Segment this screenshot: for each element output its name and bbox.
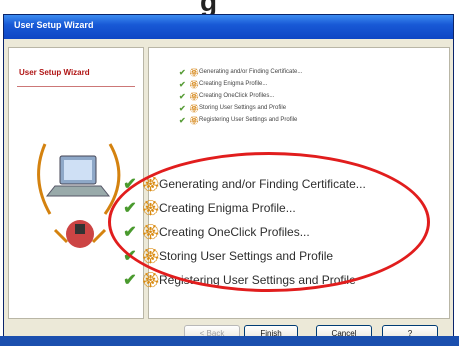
certificate-icon: 🏵 <box>189 79 200 89</box>
step-label: Creating Enigma Profile... <box>159 201 296 215</box>
certificate-icon: 🏵 <box>141 200 161 217</box>
certificate-icon: 🏵 <box>141 248 161 265</box>
check-icon: ✔ <box>179 67 186 77</box>
list-item: ✔ 🏵 Storing User Settings and Profile <box>179 102 302 114</box>
certificate-icon: 🏵 <box>189 67 200 77</box>
check-icon: ✔ <box>123 176 137 193</box>
step-label: Registering User Settings and Profile <box>199 117 298 123</box>
check-icon: ✔ <box>123 200 137 217</box>
step-list-magnified: ✔ 🏵 Generating and/or Finding Certificat… <box>119 172 366 292</box>
list-item: ✔ 🏵 Generating and/or Finding Certificat… <box>119 172 366 196</box>
step-label: Registering User Settings and Profile <box>159 273 356 287</box>
progress-panel: ✔ 🏵 Generating and/or Finding Certificat… <box>123 47 450 319</box>
check-icon: ✔ <box>179 79 186 89</box>
list-item: ✔ 🏵 Generating and/or Finding Certificat… <box>179 66 302 78</box>
check-icon: ✔ <box>179 115 186 125</box>
list-item: ✔ 🏵 Creating Enigma Profile... <box>179 78 302 90</box>
certificate-icon: 🏵 <box>189 91 200 101</box>
window-title: User Setup Wizard <box>14 20 94 30</box>
step-list-small: ✔ 🏵 Generating and/or Finding Certificat… <box>179 66 302 126</box>
check-icon: ✔ <box>179 91 186 101</box>
certificate-icon: 🏵 <box>189 115 200 125</box>
wizard-window: User Setup Wizard User Setup Wizard ✔ 🏵 … <box>3 14 454 344</box>
step-label: Generating and/or Finding Certificate... <box>159 177 366 191</box>
certificate-icon: 🏵 <box>141 176 161 193</box>
bottom-border <box>0 336 459 346</box>
step-label: Creating OneClick Profiles... <box>159 225 310 239</box>
step-label: Storing User Settings and Profile <box>159 249 334 263</box>
list-item: ✔ 🏵 Registering User Settings and Profil… <box>179 114 302 126</box>
sidebar-divider <box>17 86 135 87</box>
step-label: Generating and/or Finding Certificate... <box>199 69 303 75</box>
check-icon: ✔ <box>123 272 137 289</box>
list-item: ✔ 🏵 Creating OneClick Profiles... <box>179 90 302 102</box>
list-item: ✔ 🏵 Registering User Settings and Profil… <box>119 268 366 292</box>
check-icon: ✔ <box>123 248 137 265</box>
list-item: ✔ 🏵 Creating Enigma Profile... <box>119 196 366 220</box>
list-item: ✔ 🏵 Storing User Settings and Profile <box>119 244 366 268</box>
certificate-icon: 🏵 <box>189 103 200 113</box>
step-label: Storing User Settings and Profile <box>199 105 287 111</box>
list-item: ✔ 🏵 Creating OneClick Profiles... <box>119 220 366 244</box>
top-cropped-heading: g <box>0 0 459 17</box>
title-bar[interactable]: User Setup Wizard <box>4 15 453 39</box>
check-icon: ✔ <box>123 224 137 241</box>
sidebar-title: User Setup Wizard <box>19 68 90 77</box>
check-icon: ✔ <box>179 103 186 113</box>
step-label: Creating Enigma Profile... <box>199 81 268 87</box>
step-label: Creating OneClick Profiles... <box>199 93 275 99</box>
certificate-icon: 🏵 <box>141 224 161 241</box>
certificate-icon: 🏵 <box>141 272 161 289</box>
